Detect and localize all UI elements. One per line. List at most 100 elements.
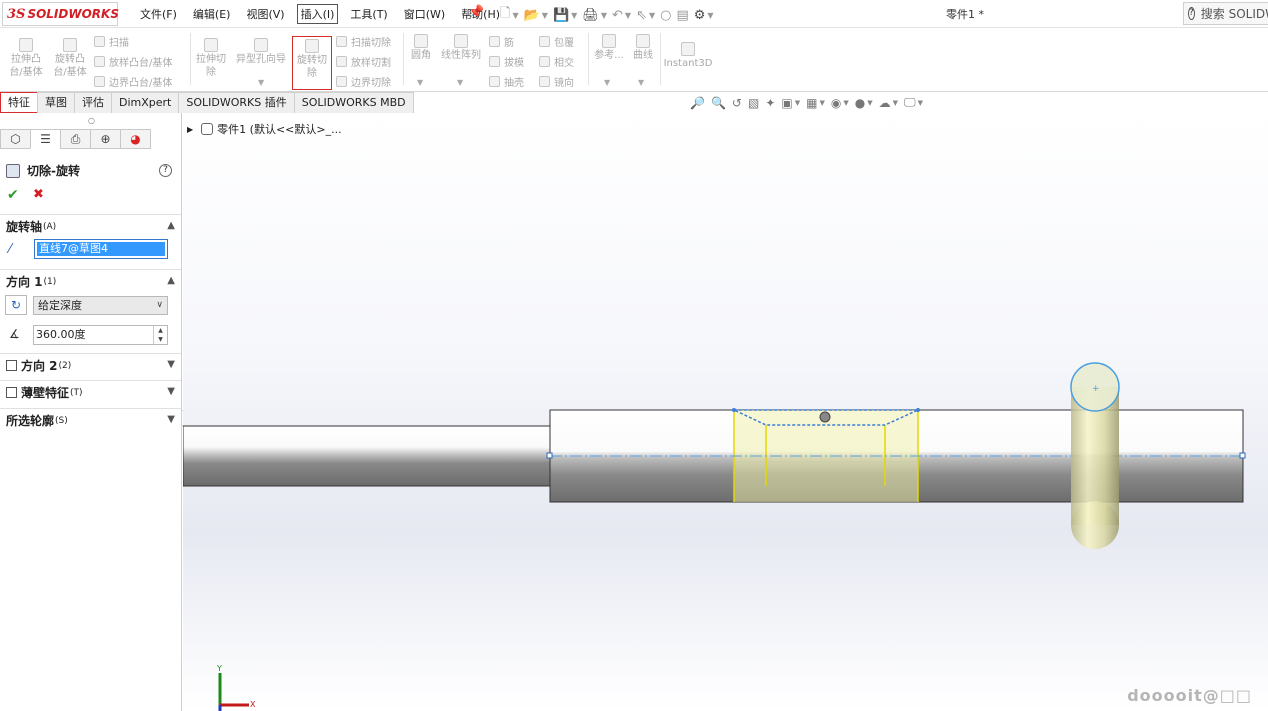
apply-scene-icon[interactable]: ☁	[879, 96, 891, 110]
gear-icon[interactable]: ⚙	[694, 8, 706, 23]
loft-cut-button[interactable]: 放样切割	[336, 54, 391, 69]
graphics-viewport[interactable]: + Y X ▶ 零件1 (默认<<默认>_... dooooit@□□	[183, 113, 1268, 711]
chevron-down-icon[interactable]: ▼	[167, 414, 175, 425]
tab-features[interactable]: 特征	[0, 92, 38, 113]
pin-menu-icon[interactable]: 📌	[468, 5, 484, 20]
reverse-direction-icon[interactable]: ↻	[5, 295, 27, 315]
configuration-manager-tab-icon[interactable]: ⎙	[60, 129, 91, 149]
tab-evaluate[interactable]: 评估	[74, 92, 112, 113]
ok-checkmark-button[interactable]: ✔	[7, 187, 19, 203]
chevron-down-icon[interactable]: ▼	[819, 99, 824, 107]
help-icon[interactable]: ?	[159, 164, 172, 177]
print-icon[interactable]: 🖨	[582, 8, 599, 23]
model-scene[interactable]: + Y X	[183, 113, 1268, 711]
chevron-down-icon[interactable]: ▼	[918, 99, 923, 107]
menu-file[interactable]: 文件(F)	[132, 4, 185, 24]
chevron-up-icon[interactable]: ▲	[167, 275, 175, 286]
menu-view[interactable]: 视图(V)	[238, 4, 292, 24]
menu-window[interactable]: 窗口(W)	[396, 4, 453, 24]
panel-collapse-handle[interactable]: ○	[88, 116, 95, 125]
view-orientation-icon[interactable]: ▣	[781, 96, 792, 110]
zoom-to-fit-icon[interactable]: 🔎	[690, 96, 705, 110]
sweep-button[interactable]: 扫描	[94, 34, 129, 49]
menu-edit[interactable]: 编辑(E)	[185, 4, 239, 24]
flyout-feature-tree[interactable]: ▶ 零件1 (默认<<默认>_...	[187, 121, 342, 137]
fillet-button[interactable]: 圆角	[406, 34, 436, 62]
tab-sketch[interactable]: 草图	[37, 92, 75, 113]
help-question-icon[interactable]: ?	[1188, 7, 1195, 20]
boundary-cut-button[interactable]: 边界切除	[336, 74, 391, 89]
sweep-cut-button[interactable]: 扫描切除	[336, 34, 391, 49]
chevron-down-icon[interactable]: ▼	[604, 78, 610, 87]
select-arrow-icon[interactable]: ⇖	[636, 8, 647, 23]
revolve-boss-button[interactable]: 旋转凸 台/基体	[50, 38, 90, 79]
curves-button[interactable]: 曲线	[628, 34, 658, 62]
chevron-down-icon[interactable]: ▼	[601, 11, 607, 20]
angle-spinner[interactable]: ▲ ▼	[153, 326, 167, 344]
axis-endpoint[interactable]	[1239, 452, 1246, 459]
revolve-cut-button[interactable]: 旋转切 除	[292, 36, 332, 90]
chevron-down-icon[interactable]: ▼	[867, 99, 872, 107]
tab-solidworks-addins[interactable]: SOLIDWORKS 插件	[178, 92, 295, 113]
shell-button[interactable]: 抽壳	[489, 74, 524, 89]
dynamic-annotation-icon[interactable]: ✦	[765, 96, 775, 110]
open-folder-icon[interactable]: 📂	[524, 8, 540, 23]
chevron-down-icon[interactable]: ▼	[457, 78, 463, 87]
chevron-down-icon[interactable]: ▼	[649, 11, 655, 20]
edit-appearance-icon[interactable]: ●	[855, 96, 865, 110]
chevron-down-icon[interactable]: ▼	[571, 11, 577, 20]
menu-insert[interactable]: 插入(I)	[296, 4, 339, 24]
feature-manager-tab-icon[interactable]: ⬡	[0, 129, 31, 149]
rib-button[interactable]: 筋	[489, 34, 514, 49]
extrude-boss-button[interactable]: 拉伸凸 台/基体	[6, 38, 46, 79]
sketch-point[interactable]	[916, 408, 920, 412]
direction2-checkbox[interactable]	[6, 360, 17, 371]
instant3d-button[interactable]: Instant3D	[663, 42, 713, 70]
thin-feature-checkbox[interactable]	[6, 387, 17, 398]
direction1-section[interactable]: 方向 1 (1) ▲	[0, 269, 181, 293]
dimxpert-manager-tab-icon[interactable]: ⊕	[90, 129, 121, 149]
axis-of-revolution-section[interactable]: 旋转轴 (A) ▲	[0, 214, 181, 238]
reference-geometry-button[interactable]: 参考...	[592, 34, 626, 62]
boundary-boss-button[interactable]: 边界凸台/基体	[94, 74, 172, 89]
expand-arrow-icon[interactable]: ▶	[187, 125, 193, 134]
rebuild-icon[interactable]: ○	[660, 8, 671, 23]
chevron-up-icon[interactable]: ▲	[167, 220, 175, 231]
wrap-button[interactable]: 包覆	[539, 34, 574, 49]
chevron-down-icon[interactable]: ▼	[417, 78, 423, 87]
loft-button[interactable]: 放样凸台/基体	[94, 54, 172, 69]
axis-selection-field[interactable]: 直线7@草图4	[34, 239, 168, 259]
chevron-down-icon[interactable]: ▼	[625, 11, 631, 20]
previous-view-icon[interactable]: ↺	[732, 96, 742, 110]
search-box[interactable]: ? 搜索 SOLIDW	[1183, 2, 1268, 25]
linear-pattern-button[interactable]: 线性阵列	[438, 34, 484, 62]
new-document-icon[interactable]: 🗋	[500, 4, 510, 26]
property-manager-tab-icon[interactable]: ☰	[30, 129, 61, 149]
chevron-down-icon[interactable]: ▼	[707, 11, 713, 20]
save-icon[interactable]: 💾	[553, 8, 569, 23]
menu-tools[interactable]: 工具(T)	[342, 4, 395, 24]
end-condition-select[interactable]: 给定深度 ∨	[33, 296, 168, 315]
chevron-down-icon[interactable]: ▼	[167, 359, 175, 370]
hole-wizard-button[interactable]: 异型孔向导	[232, 38, 290, 66]
hide-show-items-icon[interactable]: ◉	[831, 96, 841, 110]
zoom-to-area-icon[interactable]: 🔍	[711, 96, 726, 110]
angle-input[interactable]: 360.00度 ▲ ▼	[33, 325, 168, 345]
mirror-button[interactable]: 镜向	[539, 74, 574, 89]
solidworks-logo[interactable]: 3S SOLIDWORKS	[2, 2, 119, 26]
chevron-down-icon[interactable]: ▼	[843, 99, 848, 107]
chevron-down-icon[interactable]: ▼	[638, 78, 644, 87]
tab-solidworks-mbd[interactable]: SOLIDWORKS MBD	[293, 92, 414, 113]
shaft-small-body[interactable]	[183, 425, 551, 487]
selected-contours-section[interactable]: 所选轮廓 (S) ▼	[0, 408, 181, 432]
chevron-down-icon[interactable]: ▼	[893, 99, 898, 107]
view-settings-icon[interactable]: 🖵	[904, 95, 916, 110]
extrude-cut-button[interactable]: 拉伸切 除	[193, 38, 229, 79]
chevron-down-icon[interactable]: ▼	[512, 11, 518, 20]
chevron-down-icon[interactable]: ▼	[795, 99, 800, 107]
display-manager-tab-icon[interactable]: ◕	[120, 129, 151, 149]
axis-endpoint[interactable]	[546, 452, 553, 459]
cancel-x-button[interactable]: ✖	[33, 187, 44, 202]
tab-dimxpert[interactable]: DimXpert	[111, 92, 180, 113]
drag-handle-icon[interactable]	[819, 411, 831, 423]
